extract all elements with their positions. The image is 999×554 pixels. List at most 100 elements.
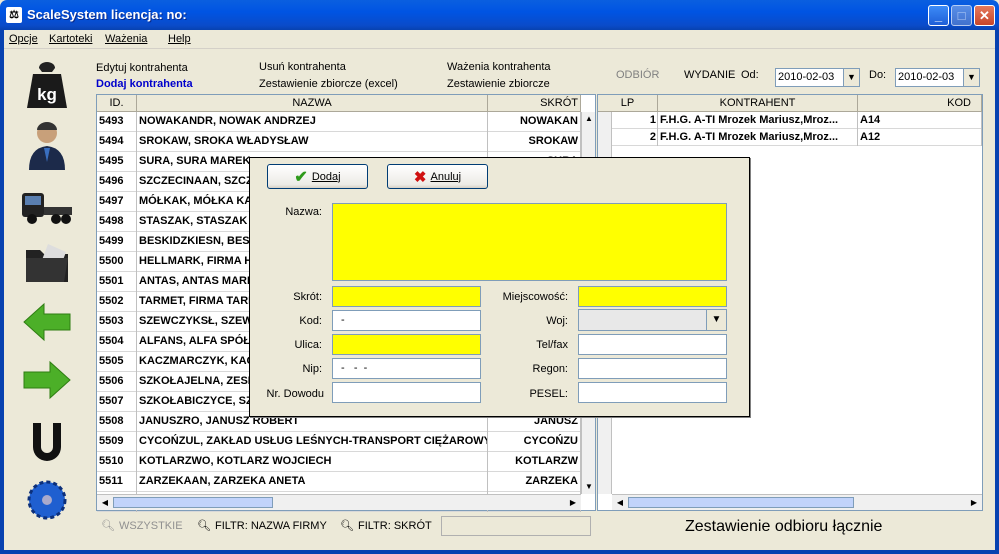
cell-id: 5511	[97, 472, 137, 492]
cell-id: 5500	[97, 252, 137, 272]
scroll-right-icon[interactable]: ▶	[566, 496, 580, 510]
ulica-field[interactable]	[332, 334, 481, 355]
scroll-right-icon[interactable]: ▶	[967, 496, 981, 510]
table-row[interactable]: 2 F.H.G. A-TI Mrozek Mariusz,Mroz... A12	[598, 129, 982, 146]
summary-label: Zestawienie odbioru łącznie	[685, 518, 883, 535]
edit-contractor-link[interactable]: Edytuj kontrahenta	[96, 62, 188, 74]
cell-id: 5493	[97, 112, 137, 132]
col-header-id[interactable]: ID.	[97, 95, 137, 112]
filter-by-short[interactable]: 🔍︎ FILTR: SKRÓT	[340, 519, 432, 533]
table-row[interactable]: 5511 ZARZEKAAN, ZARZEKA ANETA ZARZEKA	[97, 472, 581, 492]
table-row[interactable]: 5510 KOTLARZWO, KOTLARZ WOJCIECH KOTLARZW	[97, 452, 581, 472]
wydanie-mode[interactable]: WYDANIE	[684, 69, 735, 81]
truck-icon[interactable]	[22, 182, 72, 232]
export-excel-link[interactable]: Zestawienie zbiorcze (excel)	[259, 78, 398, 90]
kod-value: -	[341, 314, 345, 326]
nip-field[interactable]: - - -	[332, 358, 481, 379]
weight-kg-icon[interactable]: kg	[22, 60, 72, 110]
table-row[interactable]: 1 F.H.G. A-TI Mrozek Mariusz,Mroz... A14	[598, 112, 982, 129]
scroll-thumb[interactable]	[628, 497, 854, 508]
date-to-label: Do:	[869, 69, 887, 81]
horizontal-scrollbar[interactable]: ◀ ▶	[612, 494, 982, 510]
table-row[interactable]: 5509 CYCOŃZUL, ZAKŁAD USŁUG LEŚNYCH-TRANS…	[97, 432, 581, 452]
cell-id: 5501	[97, 272, 137, 292]
window-title: ScaleSystem licencja: no:	[27, 7, 187, 22]
col-header-contractor[interactable]: KONTRAHENT	[658, 95, 858, 112]
regon-label: Regon:	[532, 363, 568, 375]
arrow-right-icon[interactable]	[22, 355, 72, 405]
scroll-up-icon[interactable]: ▲	[582, 112, 596, 126]
filter-all[interactable]: 🔍︎ WSZYSTKIE	[101, 519, 183, 533]
regon-field[interactable]	[578, 358, 727, 379]
col-header-lp[interactable]: LP	[598, 95, 658, 112]
minimize-button[interactable]: _	[928, 5, 949, 26]
u-icon[interactable]	[22, 418, 72, 468]
scroll-left-icon[interactable]: ◀	[98, 496, 112, 510]
summary-link[interactable]: Zestawienie zbiorcze	[447, 78, 550, 90]
cell-short: CYCOŃZU	[488, 432, 581, 452]
add-button[interactable]: ✔ Dodaj	[267, 164, 368, 189]
saw-blade-icon[interactable]	[22, 475, 72, 525]
menu-wazenia[interactable]: Ważenia	[105, 33, 147, 45]
menu-kartoteki[interactable]: Kartoteki	[49, 33, 92, 45]
filter-input[interactable]	[441, 516, 591, 536]
date-from-picker[interactable]: 2010-02-03 ▼	[775, 68, 860, 87]
skrot-field[interactable]	[332, 286, 481, 307]
filter-by-short-label: FILTR: SKRÓT	[357, 519, 432, 532]
arrow-left-icon[interactable]	[22, 297, 72, 347]
ulica-label: Ulica:	[294, 339, 322, 351]
table-row[interactable]: 5494 SROKAW, SROKA WŁADYSŁAW SROKAW	[97, 132, 581, 152]
cancel-button[interactable]: ✖ Anuluj	[387, 164, 488, 189]
table-row[interactable]: 5493 NOWAKANDR, NOWAK ANDRZEJ NOWAKAN	[97, 112, 581, 132]
cell-name: ZARZEKAAN, ZARZEKA ANETA	[137, 472, 488, 492]
cell-id: 5503	[97, 312, 137, 332]
cell-id: 5508	[97, 412, 137, 432]
menu-help[interactable]: Help	[168, 33, 191, 45]
telfax-field[interactable]	[578, 334, 727, 355]
maximize-button[interactable]: □	[951, 5, 972, 26]
delete-contractor-link[interactable]: Usuń kontrahenta	[259, 61, 346, 73]
cell-id: 5495	[97, 152, 137, 172]
scroll-thumb[interactable]	[113, 497, 273, 508]
date-from-label: Od:	[741, 69, 759, 81]
chevron-down-icon[interactable]: ▼	[706, 310, 726, 330]
odbior-mode[interactable]: ODBIÓR	[616, 69, 659, 81]
close-button[interactable]: ✕	[974, 5, 995, 26]
horizontal-scrollbar[interactable]: ◀ ▶	[97, 494, 581, 510]
window-border-right	[995, 30, 999, 554]
folder-icon[interactable]	[22, 238, 72, 288]
contractor-weighings-link[interactable]: Ważenia kontrahenta	[447, 61, 551, 73]
woj-select[interactable]: ▼	[578, 309, 727, 331]
nazwa-field[interactable]	[332, 203, 727, 281]
cell-code: A12	[858, 129, 982, 146]
kod-field[interactable]: -	[332, 310, 481, 331]
col-header-code[interactable]: KOD	[858, 95, 982, 112]
menu-opcje[interactable]: Opcje	[9, 33, 38, 45]
add-button-label: Dodaj	[311, 170, 341, 183]
chevron-down-icon[interactable]: ▼	[843, 69, 859, 86]
date-to-picker[interactable]: 2010-02-03 ▼	[895, 68, 980, 87]
menu-wazenia-label: Ważenia	[105, 33, 148, 45]
chevron-down-icon[interactable]: ▼	[963, 69, 979, 86]
col-header-short[interactable]: SKRÓT	[488, 95, 581, 112]
nazwa-label: Nazwa:	[285, 206, 322, 218]
user-icon[interactable]	[22, 120, 72, 170]
col-header-name[interactable]: NAZWA	[137, 95, 488, 112]
cell-id: 5494	[97, 132, 137, 152]
scroll-left-icon[interactable]: ◀	[613, 496, 627, 510]
cell-contractor: F.H.G. A-TI Mrozek Mariusz,Mroz...	[658, 129, 858, 146]
miejscowosc-field[interactable]	[578, 286, 727, 307]
telfax-label: Tel/fax	[536, 339, 568, 351]
filter-by-name[interactable]: 🔍︎ FILTR: NAZWA FIRMY	[197, 519, 327, 533]
nip-value: - - -	[341, 362, 368, 374]
cell-id: 5499	[97, 232, 137, 252]
cell-id: 5505	[97, 352, 137, 372]
cell-name: CYCOŃZUL, ZAKŁAD USŁUG LEŚNYCH-TRANSPORT…	[137, 432, 488, 452]
pesel-field[interactable]	[578, 382, 727, 403]
add-contractor-link[interactable]: Dodaj kontrahenta	[96, 78, 193, 90]
cell-short: NOWAKAN	[488, 112, 581, 132]
dowod-field[interactable]	[332, 382, 481, 403]
cell-name: KOTLARZWO, KOTLARZ WOJCIECH	[137, 452, 488, 472]
cell-name: NOWAKANDR, NOWAK ANDRZEJ	[137, 112, 488, 132]
scroll-down-icon[interactable]: ▼	[582, 480, 596, 494]
